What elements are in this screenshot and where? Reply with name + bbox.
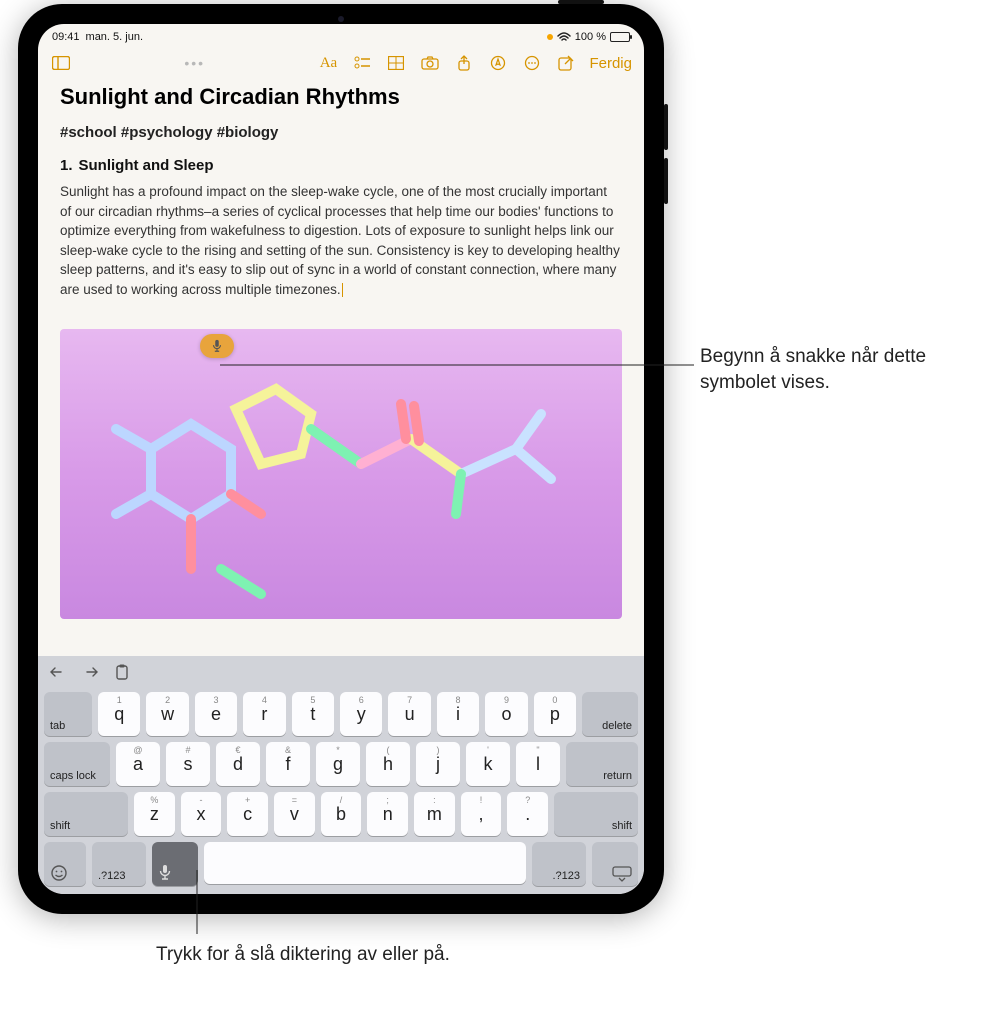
key-g[interactable]: *g [316,742,360,786]
key-m[interactable]: :m [414,792,455,836]
status-date: man. 5. jun. [86,31,143,43]
key-v[interactable]: =v [274,792,315,836]
compose-icon[interactable] [553,50,579,76]
sidebar-toggle-icon[interactable] [48,50,74,76]
note-paragraph: Sunlight has a profound impact on the sl… [60,182,622,299]
note-title: Sunlight and Circadian Rhythms [60,84,622,110]
redo-icon[interactable] [80,662,100,682]
mic-active-indicator-icon [547,34,553,40]
key-z[interactable]: %z [134,792,175,836]
checklist-icon[interactable] [349,50,375,76]
key-emoji[interactable] [44,842,86,886]
callout-dictation-indicator: Begynn å snakke når dette symbolet vises… [700,344,970,395]
key-h[interactable]: (h [366,742,410,786]
key-capslock[interactable]: caps lock [44,742,110,786]
key-space[interactable] [204,842,526,884]
onscreen-keyboard: tab1q2w3e4r5t6y7u8i9o0pdelete caps lock@… [38,688,644,894]
status-bar: 09:41 man. 5. jun. 100 % [38,24,644,46]
key-b[interactable]: /b [321,792,362,836]
callout-dictation-toggle: Trykk for å slå diktering av eller på. [156,942,456,968]
wifi-icon [557,32,571,42]
key-delete[interactable]: delete [582,692,638,736]
dictation-indicator-icon [200,334,234,358]
key-o[interactable]: 9o [485,692,527,736]
volume-down-button[interactable] [664,158,668,204]
undo-icon[interactable] [48,662,68,682]
status-time: 09:41 [52,31,80,43]
key-numsym-right[interactable]: .?123 [532,842,586,886]
key-a[interactable]: @a [116,742,160,786]
window-handle-icon[interactable]: ••• [82,55,307,71]
key-.[interactable]: ?. [507,792,548,836]
note-tags: #school #psychology #biology [60,124,622,141]
key-,[interactable]: !, [461,792,502,836]
key-c[interactable]: +c [227,792,268,836]
key-i[interactable]: 8i [437,692,479,736]
text-format-icon[interactable]: Aa [315,50,341,76]
key-q[interactable]: 1q [98,692,140,736]
clipboard-icon[interactable] [112,662,132,682]
key-l[interactable]: "l [516,742,560,786]
key-k[interactable]: 'k [466,742,510,786]
power-button[interactable] [558,0,604,4]
battery-icon [610,32,630,42]
front-camera [338,16,344,22]
key-t[interactable]: 5t [292,692,334,736]
key-r[interactable]: 4r [243,692,285,736]
heading-text: Sunlight and Sleep [79,157,214,174]
key-y[interactable]: 6y [340,692,382,736]
key-return[interactable]: return [566,742,638,786]
table-icon[interactable] [383,50,409,76]
key-u[interactable]: 7u [388,692,430,736]
key-shift-left[interactable]: shift [44,792,128,836]
keyboard-shelf: tab1q2w3e4r5t6y7u8i9o0pdelete caps lock@… [38,656,644,894]
emoji-icon [50,864,68,882]
microphone-icon [158,864,172,882]
key-p[interactable]: 0p [534,692,576,736]
done-button[interactable]: Ferdig [587,55,634,72]
key-j[interactable]: )j [416,742,460,786]
key-shift-right[interactable]: shift [554,792,638,836]
key-s[interactable]: #s [166,742,210,786]
key-hide-keyboard[interactable] [592,842,638,886]
note-body-area[interactable]: Sunlight and Circadian Rhythms #school #… [38,84,644,656]
key-n[interactable]: ;n [367,792,408,836]
key-f[interactable]: &f [266,742,310,786]
note-section-heading: 1. Sunlight and Sleep [60,157,622,174]
heading-number: 1. [60,157,73,174]
key-x[interactable]: -x [181,792,222,836]
camera-icon[interactable] [417,50,443,76]
ipad-device-frame: 09:41 man. 5. jun. 100 % ••• Aa [18,4,664,914]
battery-percent: 100 % [575,31,606,43]
hide-keyboard-icon [612,866,632,882]
markup-icon[interactable] [485,50,511,76]
more-icon[interactable] [519,50,545,76]
key-e[interactable]: 3e [195,692,237,736]
volume-up-button[interactable] [664,104,668,150]
key-dictation[interactable] [152,842,198,886]
text-cursor-icon [342,283,343,297]
note-attached-image[interactable] [60,329,622,619]
share-icon[interactable] [451,50,477,76]
key-tab[interactable]: tab [44,692,92,736]
key-d[interactable]: €d [216,742,260,786]
key-numsym-left[interactable]: .?123 [92,842,146,886]
notes-toolbar: ••• Aa Ferdig [38,46,644,84]
key-w[interactable]: 2w [146,692,188,736]
screen: 09:41 man. 5. jun. 100 % ••• Aa [38,24,644,894]
